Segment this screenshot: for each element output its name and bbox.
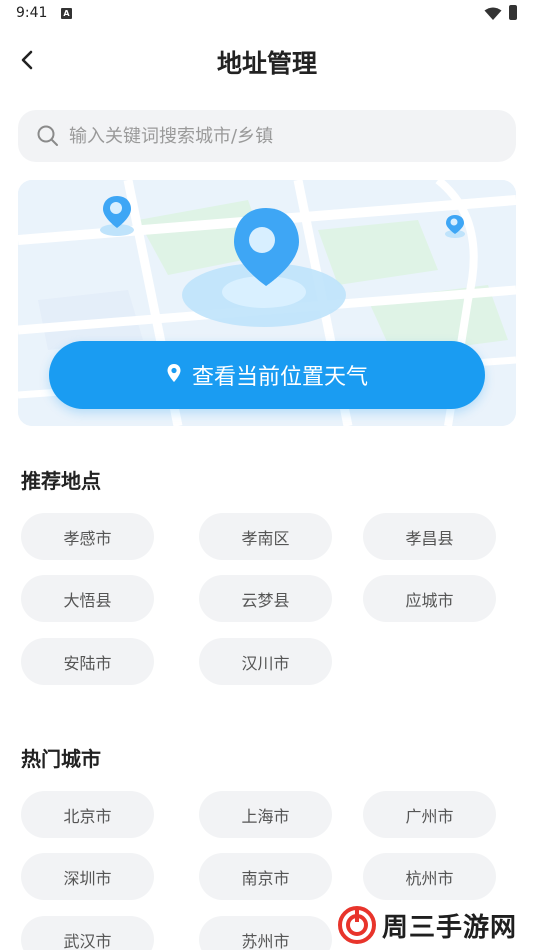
- recommended-item[interactable]: 孝昌县: [363, 513, 496, 560]
- status-bar: 9:41 A: [0, 0, 534, 28]
- locate-button-label: 查看当前位置天气: [191, 365, 368, 390]
- recommended-item[interactable]: 安陆市: [21, 638, 154, 685]
- view-current-location-weather-button[interactable]: 查看当前位置天气: [49, 341, 485, 409]
- watermark-logo-icon: [338, 906, 376, 944]
- hot-city-item[interactable]: 深圳市: [21, 853, 154, 900]
- hot-cities-section-title: 热门城市: [21, 747, 101, 771]
- hot-city-item[interactable]: 武汉市: [21, 916, 154, 950]
- hot-city-item[interactable]: 广州市: [363, 791, 496, 838]
- hot-city-item[interactable]: 南京市: [199, 853, 332, 900]
- search-icon: [36, 124, 60, 152]
- hot-city-item[interactable]: 苏州市: [199, 916, 332, 950]
- hot-city-item[interactable]: 北京市: [21, 791, 154, 838]
- watermark-text: 周三手游网: [382, 912, 518, 943]
- recommended-list: 孝感市 孝南区 孝昌县 大悟县 云梦县 应城市 安陆市 汉川市: [21, 513, 501, 685]
- watermark: 周三手游网: [338, 905, 517, 945]
- search-bar[interactable]: [18, 110, 516, 162]
- location-pin-icon: [166, 363, 182, 387]
- current-location-card: 查看当前位置天气: [18, 180, 516, 426]
- recommended-item[interactable]: 应城市: [363, 575, 496, 622]
- wifi-icon: [484, 6, 502, 25]
- status-time: 9:41: [16, 5, 48, 21]
- recommended-item[interactable]: 汉川市: [199, 638, 332, 685]
- header: 地址管理: [0, 36, 534, 84]
- recommended-item[interactable]: 大悟县: [21, 575, 154, 622]
- recommended-item[interactable]: 云梦县: [199, 575, 332, 622]
- page-title: 地址管理: [216, 49, 317, 78]
- search-input[interactable]: [69, 110, 499, 162]
- hot-city-item[interactable]: 上海市: [199, 791, 332, 838]
- notification-icon: A: [61, 8, 72, 19]
- recommended-item[interactable]: 孝感市: [21, 513, 154, 560]
- recommended-section-title: 推荐地点: [21, 469, 101, 493]
- hot-city-item[interactable]: 杭州市: [363, 853, 496, 900]
- recommended-item[interactable]: 孝南区: [199, 513, 332, 560]
- battery-icon: [509, 5, 517, 20]
